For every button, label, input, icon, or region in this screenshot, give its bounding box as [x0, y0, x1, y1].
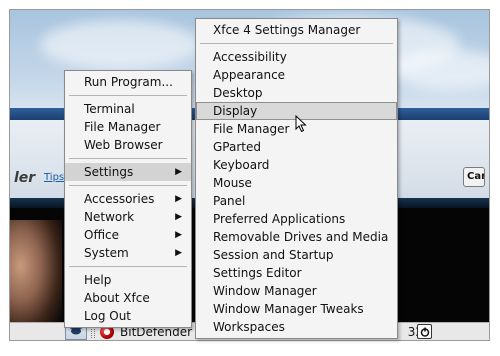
tray-power-icon[interactable] [417, 324, 432, 339]
menu-item-about-xfce[interactable]: About Xfce [65, 289, 191, 307]
menu-item-label: Help [84, 273, 112, 287]
person-image [10, 220, 62, 335]
menu-separator [69, 95, 187, 96]
menu-item-label: Session and Startup [213, 248, 334, 262]
menu-item-label: Settings Editor [213, 266, 302, 280]
menu-item-label: File Manager [213, 122, 290, 136]
menu-item-label: Window Manager [213, 284, 317, 298]
menu-separator [200, 43, 393, 44]
menu-item-label: Appearance [213, 68, 286, 82]
menu-item-gparted[interactable]: GParted [196, 138, 397, 156]
menu-item-label: Panel [213, 194, 246, 208]
menu-item-window-manager-tweaks[interactable]: Window Manager Tweaks [196, 300, 397, 318]
menu-item-appearance[interactable]: Appearance [196, 66, 397, 84]
settings-submenu: Xfce 4 Settings Manager Accessibility Ap… [195, 18, 398, 339]
menu-item-window-manager[interactable]: Window Manager [196, 282, 397, 300]
menu-item-label: Workspaces [213, 320, 285, 334]
menu-item-settings-editor[interactable]: Settings Editor [196, 264, 397, 282]
menu-item-network[interactable]: Network ▶ [65, 208, 191, 226]
menu-item-accessibility[interactable]: Accessibility [196, 48, 397, 66]
menu-item-system[interactable]: System ▶ [65, 244, 191, 262]
menu-item-label: File Manager [84, 120, 161, 134]
menu-item-label: Mouse [213, 176, 252, 190]
menu-item-label: About Xfce [84, 291, 150, 305]
menu-item-settings[interactable]: Settings ▶ [65, 163, 191, 181]
menu-item-settings-manager[interactable]: Xfce 4 Settings Manager [196, 21, 397, 39]
menu-separator [69, 158, 187, 159]
menu-item-label: Desktop [213, 86, 263, 100]
tips-link[interactable]: Tips [44, 172, 64, 183]
menu-item-label: Xfce 4 Settings Manager [213, 23, 361, 37]
main-menu: Run Program... Terminal File Manager Web… [64, 70, 192, 328]
menu-item-removable-drives[interactable]: Removable Drives and Media [196, 228, 397, 246]
menu-item-panel[interactable]: Panel [196, 192, 397, 210]
menu-item-web-browser[interactable]: Web Browser [65, 136, 191, 154]
menu-item-label: Display [213, 104, 258, 118]
menu-item-label: System [84, 246, 129, 260]
menu-item-label: Settings [84, 165, 134, 179]
menu-item-label: Office [84, 228, 120, 242]
menu-item-help[interactable]: Help [65, 271, 191, 289]
submenu-arrow-icon: ▶ [175, 167, 182, 177]
menu-item-mouse[interactable]: Mouse [196, 174, 397, 192]
menu-item-session-startup[interactable]: Session and Startup [196, 246, 397, 264]
menu-item-log-out[interactable]: Log Out [65, 307, 191, 325]
menu-item-office[interactable]: Office ▶ [65, 226, 191, 244]
menu-item-file-manager[interactable]: File Manager [65, 118, 191, 136]
menu-item-label: Window Manager Tweaks [213, 302, 364, 316]
menu-item-label: Log Out [84, 309, 132, 323]
app-logo-text: ler [14, 170, 36, 186]
menu-item-run-program[interactable]: Run Program... [65, 73, 191, 91]
menu-item-label: Keyboard [213, 158, 270, 172]
menu-item-workspaces[interactable]: Workspaces [196, 318, 397, 336]
menu-item-accessories[interactable]: Accessories ▶ [65, 190, 191, 208]
menu-item-label: Web Browser [84, 138, 163, 152]
menu-item-label: GParted [213, 140, 261, 154]
submenu-arrow-icon: ▶ [175, 212, 182, 222]
menu-item-label: Preferred Applications [213, 212, 346, 226]
menu-item-terminal[interactable]: Terminal [65, 100, 191, 118]
menu-item-label: Run Program... [84, 75, 173, 89]
menu-item-desktop[interactable]: Desktop [196, 84, 397, 102]
menu-separator [69, 185, 187, 186]
submenu-arrow-icon: ▶ [175, 230, 182, 240]
menu-separator [69, 266, 187, 267]
menu-item-keyboard[interactable]: Keyboard [196, 156, 397, 174]
submenu-arrow-icon: ▶ [175, 248, 182, 258]
submenu-arrow-icon: ▶ [175, 194, 182, 204]
cancel-button[interactable]: Can [463, 167, 485, 187]
menu-item-label: Network [84, 210, 135, 224]
menu-item-preferred-applications[interactable]: Preferred Applications [196, 210, 397, 228]
menu-item-label: Accessibility [213, 50, 287, 64]
mouse-cursor-icon [295, 115, 307, 133]
menu-item-label: Accessories [84, 192, 155, 206]
menu-item-label: Terminal [84, 102, 135, 116]
menu-item-label: Removable Drives and Media [213, 230, 389, 244]
